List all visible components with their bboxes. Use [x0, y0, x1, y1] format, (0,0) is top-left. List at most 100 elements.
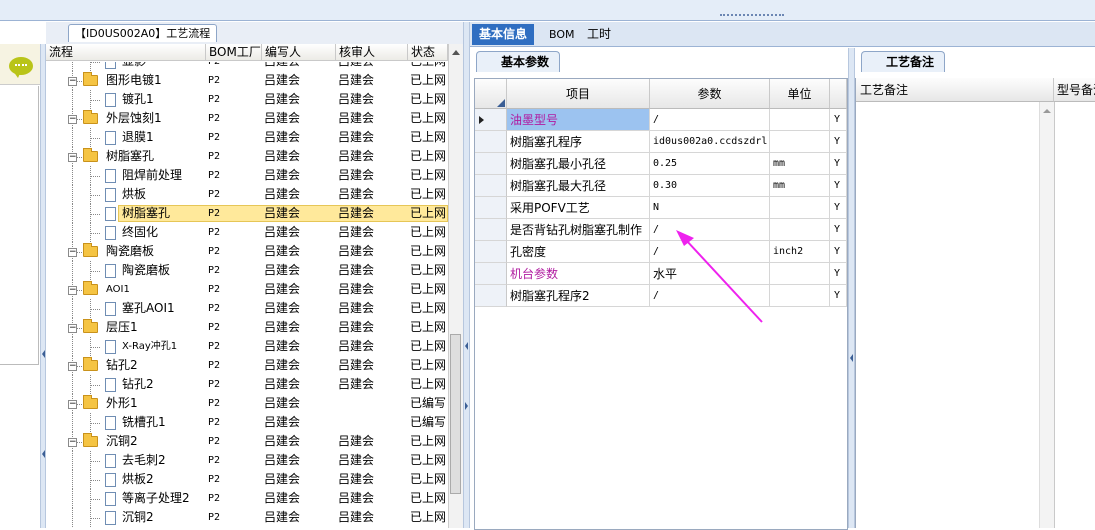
tab-work-hours[interactable]: 工时 — [580, 24, 618, 45]
grid-col-param[interactable]: 参数 — [650, 79, 770, 109]
param-row[interactable]: 是否背钻孔树脂塞孔制作 / Y — [475, 219, 847, 241]
grid-col-item[interactable]: 项目 — [507, 79, 650, 109]
tree-group-row[interactable]: − 外层蚀刻1 P2 吕建会 吕建会 已上网 — [46, 109, 448, 128]
tab-process-remarks[interactable]: 工艺备注 — [861, 51, 946, 72]
param-value[interactable]: id0us002a0.ccdszdrl — [650, 131, 770, 153]
expand-toggle-icon[interactable]: − — [68, 77, 77, 86]
tree-scrollbar[interactable] — [448, 44, 463, 528]
tree-connector — [90, 499, 100, 500]
expand-toggle-icon[interactable]: − — [68, 115, 77, 124]
param-row[interactable]: 孔密度 / inch2 Y — [475, 241, 847, 263]
tree-step-row[interactable]: 去毛刺2 P2 吕建会 吕建会 已上网 — [46, 451, 448, 470]
col-flow[interactable]: 流程 — [46, 44, 206, 61]
tree-group-row[interactable]: − 陶瓷磨板 P2 吕建会 吕建会 已上网 — [46, 242, 448, 261]
expand-toggle-icon[interactable]: − — [68, 286, 77, 295]
tree-group-row[interactable]: − 钻孔2 P2 吕建会 吕建会 已上网 — [46, 356, 448, 375]
param-row[interactable]: 树脂塞孔最小孔径 0.25 mm Y — [475, 153, 847, 175]
tab-bom[interactable]: BOM — [542, 24, 582, 45]
param-value[interactable]: / — [650, 241, 770, 263]
expand-toggle-icon[interactable]: − — [68, 400, 77, 409]
row-header[interactable] — [475, 241, 507, 263]
tree-step-row[interactable]: X-Ray冲孔1 P2 吕建会 吕建会 已上网 — [46, 337, 448, 356]
tree-step-row[interactable]: 塞孔AOI1 P2 吕建会 吕建会 已上网 — [46, 299, 448, 318]
tree-group-row[interactable]: − 外形1 P2 吕建会 已编写 — [46, 394, 448, 413]
row-header[interactable] — [475, 285, 507, 307]
row-header[interactable] — [475, 197, 507, 219]
tree-group-row[interactable]: − 沉铜2 P2 吕建会 吕建会 已上网 — [46, 432, 448, 451]
collapse-left-icon-2[interactable] — [42, 450, 45, 458]
remarks-scrollbar[interactable] — [1039, 102, 1054, 528]
tree-step-row[interactable]: 终固化 P2 吕建会 吕建会 已上网 — [46, 223, 448, 242]
expand-toggle-icon[interactable]: − — [68, 438, 77, 447]
param-value[interactable]: 0.30 — [650, 175, 770, 197]
tree-group-row[interactable]: − 图形电镀1 P2 吕建会 吕建会 已上网 — [46, 71, 448, 90]
param-value[interactable]: 水平 — [650, 263, 770, 285]
expand-toggle-icon[interactable]: − — [68, 248, 77, 257]
tree-step-row[interactable]: 树脂塞孔 P2 吕建会 吕建会 已上网 — [46, 204, 448, 223]
remarks-scroll-up-icon[interactable] — [1043, 109, 1051, 113]
row-header[interactable] — [475, 153, 507, 175]
tree-step-row[interactable]: 退膜1 P2 吕建会 吕建会 已上网 — [46, 128, 448, 147]
row-header[interactable] — [475, 109, 507, 131]
scroll-up-icon[interactable] — [452, 50, 460, 55]
tree-step-row[interactable]: 镀孔1 P2 吕建会 吕建会 已上网 — [46, 90, 448, 109]
expand-tree-icon[interactable] — [465, 402, 468, 410]
grid-col-unit[interactable]: 单位 — [770, 79, 830, 109]
tree-step-row[interactable]: 烘板 P2 吕建会 吕建会 已上网 — [46, 185, 448, 204]
tree-writer: 吕建会 — [264, 263, 301, 277]
remarks-col-model[interactable]: 型号备注 — [1054, 78, 1095, 102]
scroll-thumb[interactable] — [450, 334, 461, 494]
col-bom-factory[interactable]: BOM工厂 — [206, 44, 262, 61]
tree-group-row[interactable]: − 层压1 P2 吕建会 吕建会 已上网 — [46, 318, 448, 337]
tree-reviewer: 吕建会 — [338, 168, 375, 182]
expand-toggle-icon[interactable]: − — [68, 153, 77, 162]
tree-step-row[interactable]: 陶瓷磨板 P2 吕建会 吕建会 已上网 — [46, 261, 448, 280]
col-status[interactable]: 状态 — [408, 44, 448, 61]
tree-step-row[interactable]: 阻焊前处理 P2 吕建会 吕建会 已上网 — [46, 166, 448, 185]
param-value[interactable]: 0.25 — [650, 153, 770, 175]
tree-bom-factory: P2 — [208, 360, 221, 371]
param-row[interactable]: 树脂塞孔程序2/ Y — [475, 285, 847, 307]
tree-bom-factory: P2 — [208, 189, 221, 200]
param-value[interactable]: / — [650, 285, 770, 307]
tree-step-row[interactable]: 沉铜2 P2 吕建会 吕建会 已上网 — [46, 508, 448, 527]
tree-step-row[interactable]: 烘板2 P2 吕建会 吕建会 已上网 — [46, 470, 448, 489]
collapse-tree-icon[interactable] — [465, 342, 468, 350]
col-writer[interactable]: 编写人 — [262, 44, 336, 61]
right-splitter[interactable] — [848, 48, 855, 528]
splitter-grip-icon[interactable] — [720, 14, 784, 20]
param-row[interactable]: 油墨型号 / Y — [475, 109, 847, 131]
tree-step-row[interactable]: 铣槽孔1 P2 吕建会 已编写 — [46, 413, 448, 432]
param-value[interactable]: / — [650, 219, 770, 241]
collapse-left-icon[interactable] — [42, 350, 45, 358]
param-value[interactable]: / — [650, 109, 770, 131]
row-header[interactable] — [475, 263, 507, 285]
tree-step-row[interactable]: 显影P2吕建会吕建会已上网 — [46, 62, 448, 71]
grid-corner[interactable] — [475, 79, 507, 109]
tree-status: 已上网 — [410, 111, 447, 125]
param-value[interactable]: N — [650, 197, 770, 219]
row-header[interactable] — [475, 175, 507, 197]
tree-bom-factory: P2 — [208, 284, 221, 295]
param-row[interactable]: 树脂塞孔程序 id0us002a0.ccdszdrl Y — [475, 131, 847, 153]
middle-splitter[interactable] — [463, 22, 470, 528]
collapse-remarks-icon[interactable] — [850, 354, 853, 362]
tree-connector — [72, 337, 73, 356]
row-header[interactable] — [475, 131, 507, 153]
param-row[interactable]: 机台参数 水平 Y — [475, 263, 847, 285]
expand-toggle-icon[interactable]: − — [68, 324, 77, 333]
param-row[interactable]: 采用POFV工艺 N Y — [475, 197, 847, 219]
tab-basic-info[interactable]: 基本信息 — [472, 24, 535, 45]
tree-group-row[interactable]: − 树脂塞孔 P2 吕建会 吕建会 已上网 — [46, 147, 448, 166]
expand-toggle-icon[interactable]: − — [68, 362, 77, 371]
row-header[interactable] — [475, 219, 507, 241]
process-flow-tab[interactable]: 【ID0US002A0】工艺流程 — [68, 24, 218, 42]
param-row[interactable]: 树脂塞孔最大孔径 0.30 mm Y — [475, 175, 847, 197]
tree-step-row[interactable]: 等离子处理2 P2 吕建会 吕建会 已上网 — [46, 489, 448, 508]
col-reviewer[interactable]: 核审人 — [336, 44, 408, 61]
tree-step-row[interactable]: 钻孔2 P2 吕建会 吕建会 已上网 — [46, 375, 448, 394]
tree-group-row[interactable]: − AOI1 P2 吕建会 吕建会 已上网 — [46, 280, 448, 299]
chat-bubble-icon[interactable] — [9, 57, 33, 78]
remarks-col-process[interactable]: 工艺备注 — [856, 78, 1054, 102]
tab-basic-params[interactable]: 基本参数 — [476, 51, 561, 72]
